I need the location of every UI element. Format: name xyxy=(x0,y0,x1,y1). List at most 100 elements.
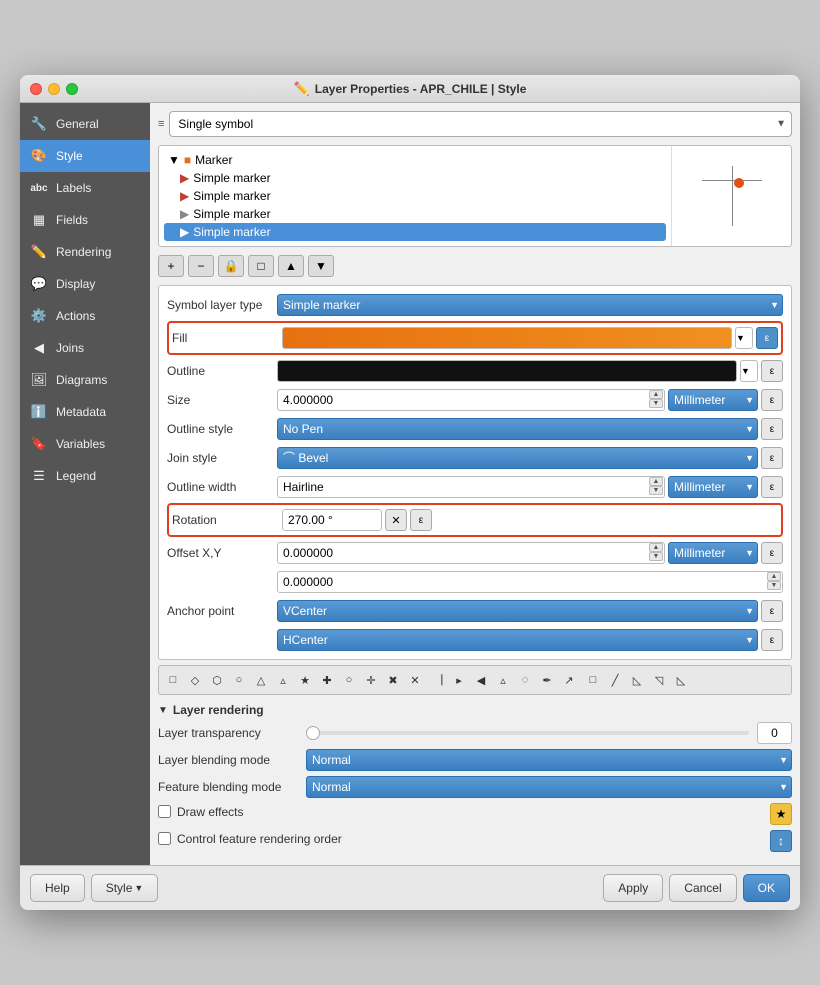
outline-width-input[interactable] xyxy=(277,476,665,498)
outline-style-data-button[interactable]: ε xyxy=(761,418,783,440)
offset-y-down-button[interactable]: ▼ xyxy=(767,581,781,590)
size-unit-dropdown[interactable]: Millimeter xyxy=(668,389,758,411)
sidebar-item-metadata[interactable]: ℹ️ Metadata xyxy=(20,396,150,428)
sym-northeast[interactable]: ↗ xyxy=(559,670,579,690)
tree-item-simple4[interactable]: ▶ Simple marker xyxy=(164,223,666,241)
rotation-input[interactable] xyxy=(282,509,382,531)
fill-dropdown[interactable]: ▼ xyxy=(735,327,753,349)
sym-star[interactable]: ★ xyxy=(295,670,315,690)
offset-data-button[interactable]: ε xyxy=(761,542,783,564)
ok-button[interactable]: OK xyxy=(743,874,790,902)
outline-width-up-button[interactable]: ▲ xyxy=(649,477,663,486)
sym-cross[interactable]: ✚ xyxy=(317,670,337,690)
offset-y-input[interactable] xyxy=(277,571,783,593)
lock-layer-button[interactable]: 🔒 xyxy=(218,255,244,277)
size-data-button[interactable]: ε xyxy=(761,389,783,411)
sym-vline[interactable]: ⎹ xyxy=(427,670,447,690)
sym-x[interactable]: ✖ xyxy=(383,670,403,690)
sym-tribr[interactable]: ◹ xyxy=(649,670,669,690)
rotation-data-button[interactable]: ε xyxy=(410,509,432,531)
size-up-button[interactable]: ▲ xyxy=(649,390,663,399)
sidebar-item-labels[interactable]: abc Labels xyxy=(20,172,150,204)
offset-y-up-button[interactable]: ▲ xyxy=(767,572,781,581)
anchor-vcenter-data-button[interactable]: ε xyxy=(761,600,783,622)
sym-pen[interactable]: ✒ xyxy=(537,670,557,690)
close-button[interactable] xyxy=(30,83,42,95)
symbol-layer-type-dropdown[interactable]: Simple marker xyxy=(277,294,783,316)
symbol-type-dropdown[interactable]: Single symbol Categorized Graduated Rule… xyxy=(169,111,792,137)
sidebar-item-variables[interactable]: 🔖 Variables xyxy=(20,428,150,460)
join-style-dropdown[interactable]: ⌒ Bevel xyxy=(277,447,758,469)
tree-item-simple1[interactable]: ▶ Simple marker xyxy=(164,169,666,187)
move-up-button[interactable]: ▲ xyxy=(278,255,304,277)
draw-effects-checkbox[interactable] xyxy=(158,805,171,818)
sidebar-item-legend[interactable]: ☰ Legend xyxy=(20,460,150,492)
outline-width-unit-dropdown[interactable]: Millimeter xyxy=(668,476,758,498)
tree-item-simple2[interactable]: ▶ Simple marker xyxy=(164,187,666,205)
sym-hexagon[interactable]: ⬡ xyxy=(207,670,227,690)
offset-unit-dropdown[interactable]: Millimeter xyxy=(668,542,758,564)
size-input[interactable] xyxy=(277,389,665,411)
sym-tribl[interactable]: ◺ xyxy=(627,670,647,690)
sidebar-item-diagrams[interactable]: 🖼 Diagrams xyxy=(20,364,150,396)
rotation-clear-button[interactable]: ✕ xyxy=(385,509,407,531)
sym-arrow-left[interactable]: ◀ xyxy=(471,670,491,690)
sidebar-item-general[interactable]: 🔧 General xyxy=(20,108,150,140)
help-button[interactable]: Help xyxy=(30,874,85,902)
sym-dotcircle[interactable]: ◌ xyxy=(515,670,535,690)
outline-color-button[interactable] xyxy=(277,360,737,382)
sym-diamond[interactable]: ◇ xyxy=(185,670,205,690)
sym-slash[interactable]: ╱ xyxy=(605,670,625,690)
sym-ellipse[interactable]: ○ xyxy=(339,670,359,690)
sym-sq2[interactable]: □ xyxy=(583,670,603,690)
join-style-data-button[interactable]: ε xyxy=(761,447,783,469)
sym-triangle-small[interactable]: ▵ xyxy=(493,670,513,690)
sort-button[interactable]: ↕ xyxy=(770,830,792,852)
tree-item-simple3[interactable]: ▶ Simple marker xyxy=(164,205,666,223)
layer-rendering-header[interactable]: ▼ Layer rendering xyxy=(158,703,792,717)
anchor-vcenter-dropdown[interactable]: VCenter xyxy=(277,600,758,622)
duplicate-layer-button[interactable]: □ xyxy=(248,255,274,277)
tree-item-marker[interactable]: ▼ ■ Marker xyxy=(164,151,666,169)
sidebar-item-fields[interactable]: ▦ Fields xyxy=(20,204,150,236)
sidebar-item-display[interactable]: 💬 Display xyxy=(20,268,150,300)
add-layer-button[interactable]: + xyxy=(158,255,184,277)
sidebar-item-rendering[interactable]: ✏️ Rendering xyxy=(20,236,150,268)
outline-width-data-button[interactable]: ε xyxy=(761,476,783,498)
sidebar-item-style[interactable]: 🎨 Style xyxy=(20,140,150,172)
outline-style-dropdown[interactable]: No Pen xyxy=(277,418,758,440)
fill-color-button[interactable] xyxy=(282,327,732,349)
outline-width-down-button[interactable]: ▼ xyxy=(649,486,663,495)
anchor-hcenter-dropdown[interactable]: HCenter xyxy=(277,629,758,651)
effects-star-button[interactable]: ★ xyxy=(770,803,792,825)
apply-button[interactable]: Apply xyxy=(603,874,663,902)
sidebar-item-joins[interactable]: ◀ Joins xyxy=(20,332,150,364)
sidebar-item-actions[interactable]: ⚙️ Actions xyxy=(20,300,150,332)
maximize-button[interactable] xyxy=(66,83,78,95)
transparency-slider[interactable] xyxy=(306,731,749,735)
control-order-checkbox[interactable] xyxy=(158,832,171,845)
remove-layer-button[interactable]: − xyxy=(188,255,214,277)
sym-triangle-up2[interactable]: ▵ xyxy=(273,670,293,690)
sym-triangle-up[interactable]: △ xyxy=(251,670,271,690)
size-down-button[interactable]: ▼ xyxy=(649,399,663,408)
sym-arrow-right[interactable]: ▸ xyxy=(449,670,469,690)
fill-data-button[interactable]: ε xyxy=(756,327,778,349)
style-button[interactable]: Style ▼ xyxy=(91,874,159,902)
move-down-button[interactable]: ▼ xyxy=(308,255,334,277)
sym-square[interactable]: □ xyxy=(163,670,183,690)
sym-circle[interactable]: ○ xyxy=(229,670,249,690)
offset-x-up-button[interactable]: ▲ xyxy=(649,543,663,552)
layer-blending-dropdown[interactable]: Normal xyxy=(306,749,792,771)
transparency-value-input[interactable] xyxy=(757,722,792,744)
sym-plus[interactable]: ✛ xyxy=(361,670,381,690)
offset-x-input[interactable] xyxy=(277,542,665,564)
offset-x-down-button[interactable]: ▼ xyxy=(649,552,663,561)
minimize-button[interactable] xyxy=(48,83,60,95)
cancel-button[interactable]: Cancel xyxy=(669,874,736,902)
sym-times[interactable]: ✕ xyxy=(405,670,425,690)
outline-dropdown[interactable]: ▼ xyxy=(740,360,758,382)
sym-trifill[interactable]: ◺ xyxy=(671,670,691,690)
anchor-hcenter-data-button[interactable]: ε xyxy=(761,629,783,651)
outline-data-button[interactable]: ε xyxy=(761,360,783,382)
